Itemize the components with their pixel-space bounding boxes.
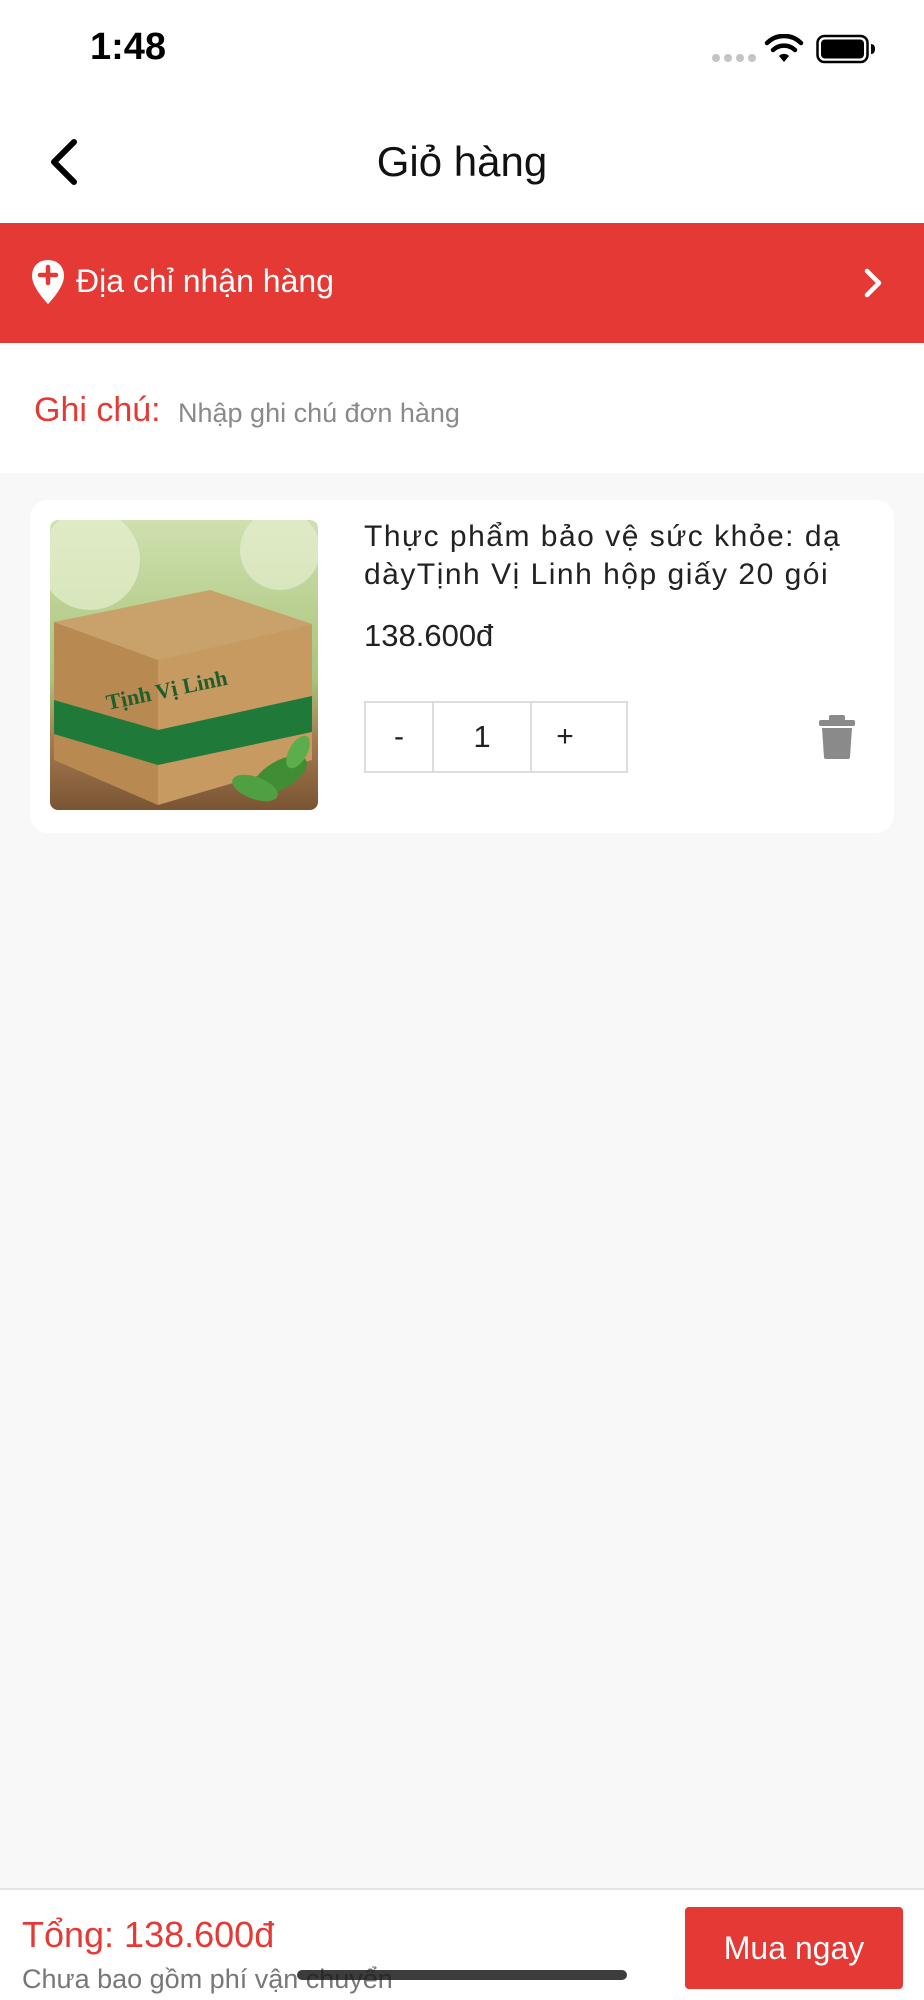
- trash-icon[interactable]: [817, 713, 857, 761]
- header: Giỏ hàng: [0, 100, 924, 223]
- checkout-bar: Tổng: 138.600đ Chưa bao gồm phí vận chuy…: [0, 1888, 924, 2000]
- home-indicator: [297, 1970, 627, 1980]
- increase-button[interactable]: +: [532, 703, 598, 771]
- decrease-button[interactable]: -: [366, 703, 432, 771]
- note-label: Ghi chú:: [34, 391, 161, 429]
- quantity-value[interactable]: 1: [432, 703, 532, 771]
- status-bar: 1:48: [0, 0, 924, 100]
- note-input[interactable]: [178, 391, 878, 435]
- cart-item: Tịnh Vị Linh Thực phẩm bảo vệ sức khỏe: …: [30, 500, 894, 833]
- total-price: Tổng: 138.600đ: [22, 1914, 275, 1955]
- page-title: Giỏ hàng: [376, 138, 548, 185]
- status-time: 1:48: [90, 26, 167, 68]
- product-image[interactable]: Tịnh Vị Linh: [50, 520, 318, 810]
- pin-icon: [32, 260, 64, 304]
- wifi-icon: [764, 34, 804, 62]
- quantity-stepper: - 1 +: [364, 701, 628, 773]
- signal-icon: [712, 54, 756, 62]
- product-name[interactable]: Thực phẩm bảo vệ sức khỏe: dạ dàyTịnh Vị…: [364, 518, 874, 594]
- product-price: 138.600đ: [364, 618, 494, 653]
- cart-screen: 1:48 Giỏ hàng Địa chỉ nhận hàng Ghi chú:: [0, 0, 924, 2000]
- buy-now-button[interactable]: Mua ngay: [685, 1907, 903, 1989]
- chevron-right-icon: [864, 268, 882, 298]
- battery-icon: [816, 34, 875, 64]
- address-label: Địa chỉ nhận hàng: [76, 263, 334, 299]
- note-row: Ghi chú:: [0, 343, 924, 473]
- product-box-image: Tịnh Vị Linh: [50, 520, 318, 810]
